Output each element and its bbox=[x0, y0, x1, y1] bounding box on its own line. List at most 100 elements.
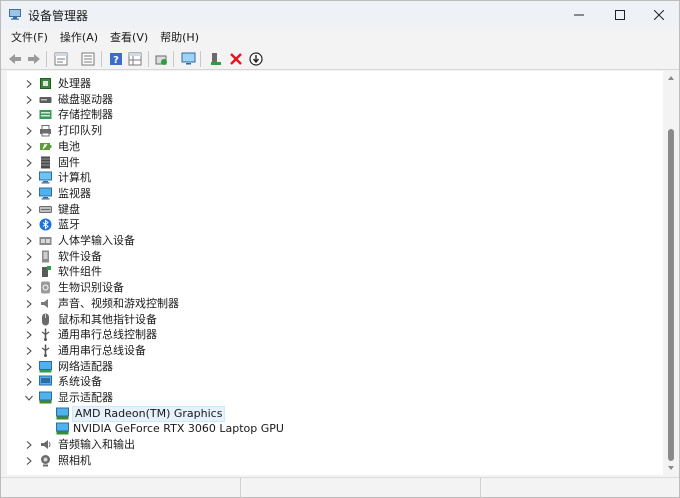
vertical-scrollbar[interactable] bbox=[664, 71, 678, 475]
expand-toggle[interactable] bbox=[24, 283, 34, 293]
display-button[interactable] bbox=[179, 50, 197, 68]
tree-category-row[interactable]: 照相机 bbox=[7, 453, 647, 469]
close-button[interactable] bbox=[638, 1, 680, 28]
tree-category-row[interactable]: 通用串行总线设备 bbox=[7, 343, 647, 359]
download-circle-icon bbox=[249, 52, 263, 66]
expand-toggle[interactable] bbox=[24, 126, 34, 136]
menu-help[interactable]: 帮助(H) bbox=[154, 28, 205, 48]
remove-device-button[interactable] bbox=[227, 50, 245, 68]
expand-toggle[interactable] bbox=[24, 110, 34, 120]
chevron-right-icon bbox=[26, 158, 32, 167]
tree-category-row[interactable]: 通用串行总线控制器 bbox=[7, 327, 647, 343]
tree-category-row[interactable]: 软件设备 bbox=[7, 249, 647, 265]
list-view-button[interactable] bbox=[79, 50, 97, 68]
properties-button[interactable] bbox=[52, 50, 70, 68]
category-label: 蓝牙 bbox=[58, 218, 80, 232]
chevron-right-icon bbox=[26, 378, 32, 387]
category-label: 人体学输入设备 bbox=[58, 234, 135, 247]
chevron-right-icon bbox=[26, 95, 32, 104]
back-button[interactable] bbox=[6, 50, 24, 68]
tree-category-row[interactable]: 显示适配器 bbox=[7, 390, 647, 406]
svg-text:?: ? bbox=[113, 55, 119, 66]
expand-toggle[interactable] bbox=[24, 362, 34, 372]
tree-device-row[interactable]: NVIDIA GeForce RTX 3060 Laptop GPU bbox=[7, 421, 647, 437]
keyboard-icon bbox=[39, 205, 52, 213]
tree-category-row[interactable]: 生物识别设备 bbox=[7, 280, 647, 296]
maximize-button[interactable] bbox=[599, 1, 641, 28]
help-button[interactable]: ? bbox=[107, 50, 125, 68]
disk-icon bbox=[39, 96, 52, 103]
storage-icon bbox=[39, 110, 52, 120]
tree-category-row[interactable]: 打印队列 bbox=[7, 123, 647, 139]
minimize-button[interactable] bbox=[558, 1, 600, 28]
chevron-down-icon bbox=[25, 395, 33, 401]
expand-toggle[interactable] bbox=[24, 267, 34, 277]
gpu-child-icon bbox=[56, 407, 69, 420]
device-manager-app-icon bbox=[9, 9, 21, 20]
expand-toggle[interactable] bbox=[24, 220, 34, 230]
tree-category-row[interactable]: 键盘 bbox=[7, 202, 647, 218]
expand-toggle[interactable] bbox=[24, 205, 34, 215]
expand-toggle[interactable] bbox=[24, 299, 34, 309]
software-component-icon bbox=[42, 266, 51, 278]
window-title: 设备管理器 bbox=[28, 9, 89, 23]
tree-category-row[interactable]: 软件组件 bbox=[7, 264, 647, 280]
tree-category-row[interactable]: 声音、视频和游戏控制器 bbox=[7, 296, 647, 312]
category-label: 计算机 bbox=[58, 171, 91, 185]
tree-category-row[interactable]: 监视器 bbox=[7, 186, 647, 202]
forward-arrow-icon bbox=[28, 54, 40, 64]
chevron-right-icon bbox=[26, 331, 32, 340]
chevron-right-icon bbox=[26, 190, 32, 198]
scrollbar-thumb[interactable] bbox=[668, 129, 674, 461]
tree-category-row[interactable]: 处理器 bbox=[7, 76, 647, 92]
menu-view[interactable]: 查看(V) bbox=[104, 28, 154, 48]
category-label: 电池 bbox=[58, 139, 80, 153]
chevron-right-icon bbox=[26, 315, 32, 324]
category-label: 磁盘驱动器 bbox=[58, 92, 113, 106]
view-button[interactable] bbox=[126, 50, 144, 68]
expand-toggle[interactable] bbox=[24, 189, 34, 199]
expand-toggle[interactable] bbox=[24, 252, 34, 262]
tree-category-row[interactable]: 计算机 bbox=[7, 170, 647, 186]
expand-toggle[interactable] bbox=[24, 440, 34, 450]
tree-category-row[interactable]: 电池 bbox=[7, 139, 647, 155]
tree-category-row[interactable]: 磁盘驱动器 bbox=[7, 92, 647, 108]
add-driver-button[interactable] bbox=[207, 50, 225, 68]
menu-file[interactable]: 文件(F) bbox=[5, 28, 54, 48]
device-tree[interactable]: 处理器 磁盘驱动器 存储控制器 打印队列 电池固件 计算机 监视器 键盘 蓝牙人体学输入设备软件… bbox=[7, 71, 663, 475]
tree-category-row[interactable]: 固件 bbox=[7, 155, 647, 171]
expand-toggle[interactable] bbox=[24, 236, 34, 246]
expand-toggle[interactable] bbox=[24, 142, 34, 152]
firmware-icon bbox=[41, 156, 50, 168]
category-label: 系统设备 bbox=[58, 375, 102, 389]
tree-category-row[interactable]: 蓝牙 bbox=[7, 217, 647, 233]
expand-toggle[interactable] bbox=[24, 346, 34, 356]
collapse-toggle[interactable] bbox=[24, 393, 34, 403]
scroll-up-arrow-icon[interactable] bbox=[667, 74, 675, 82]
tree-category-row[interactable]: 鼠标和其他指针设备 bbox=[7, 312, 647, 328]
chevron-right-icon bbox=[26, 347, 32, 355]
tree-device-row[interactable]: AMD Radeon(TM) Graphics bbox=[7, 405, 647, 422]
tree-category-row[interactable]: 系统设备 bbox=[7, 374, 647, 390]
tree-category-row[interactable]: 人体学输入设备 bbox=[7, 233, 647, 249]
expand-toggle[interactable] bbox=[24, 456, 34, 466]
scroll-down-arrow-icon[interactable] bbox=[667, 464, 675, 472]
download-driver-button[interactable] bbox=[247, 50, 265, 68]
tree-category-row[interactable]: 网络适配器 bbox=[7, 359, 647, 375]
expand-toggle[interactable] bbox=[24, 158, 34, 168]
expand-toggle[interactable] bbox=[24, 173, 34, 183]
tree-category-row[interactable]: 音频输入和输出 bbox=[7, 437, 647, 453]
forward-button[interactable] bbox=[25, 50, 43, 68]
expand-toggle[interactable] bbox=[24, 79, 34, 89]
expand-toggle[interactable] bbox=[24, 95, 34, 105]
scan-hardware-button[interactable] bbox=[152, 50, 170, 68]
properties-sheet-icon bbox=[54, 52, 68, 66]
status-cell bbox=[241, 478, 481, 498]
expand-toggle[interactable] bbox=[24, 377, 34, 387]
expand-toggle[interactable] bbox=[24, 330, 34, 340]
mouse-icon bbox=[42, 313, 49, 325]
expand-toggle[interactable] bbox=[24, 315, 34, 325]
chevron-right-icon bbox=[26, 111, 32, 120]
menu-action[interactable]: 操作(A) bbox=[54, 28, 104, 48]
tree-category-row[interactable]: 存储控制器 bbox=[7, 107, 647, 123]
